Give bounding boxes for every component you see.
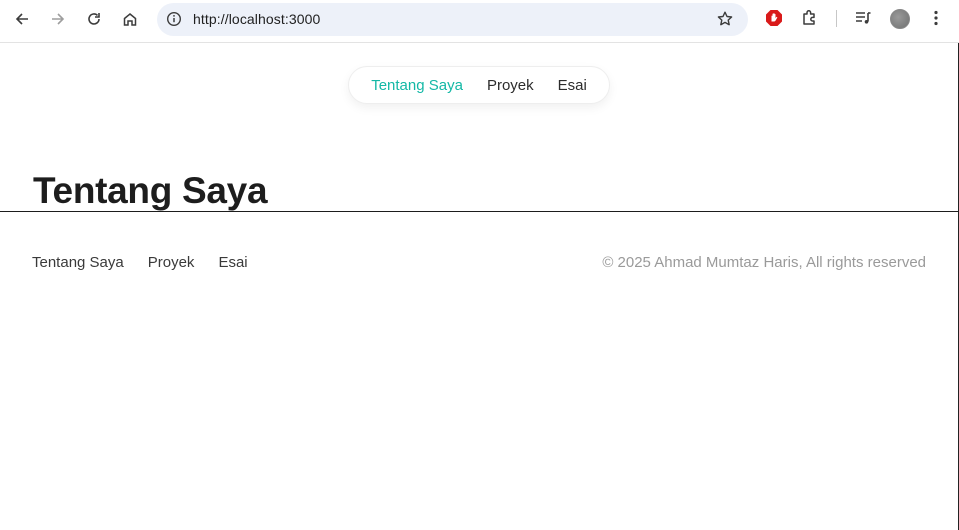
forward-icon <box>52 13 65 25</box>
more-button[interactable] <box>926 8 946 28</box>
info-icon[interactable] <box>166 11 182 27</box>
reload-icon <box>88 13 100 25</box>
star-icon[interactable] <box>716 10 734 28</box>
url-text[interactable]: http://localhost:3000 <box>193 11 320 27</box>
home-icon <box>123 13 137 26</box>
profile-avatar[interactable] <box>890 9 910 29</box>
adblock-extension-icon <box>766 10 782 26</box>
reload-button[interactable] <box>81 6 107 32</box>
address-bar[interactable]: http://localhost:3000 <box>157 3 748 36</box>
page-title: Tentang Saya <box>33 170 268 211</box>
back-button[interactable] <box>9 6 35 32</box>
copyright-text: © 2025 Ahmad Mumtaz Haris, All rights re… <box>602 254 926 271</box>
toolbar-separator <box>836 10 837 27</box>
footer-link-proyek[interactable]: Proyek <box>148 254 195 271</box>
nav-link-proyek[interactable]: Proyek <box>487 77 534 94</box>
footer-nav: Tentang Saya Proyek Esai <box>32 254 248 271</box>
extensions-button[interactable] <box>800 8 820 28</box>
nav-link-tentang-saya[interactable]: Tentang Saya <box>371 77 463 94</box>
header-nav: Tentang Saya Proyek Esai <box>348 66 610 104</box>
nav-link-esai[interactable]: Esai <box>558 77 587 94</box>
footer-link-tentang-saya[interactable]: Tentang Saya <box>32 254 124 271</box>
forward-button[interactable] <box>45 6 71 32</box>
footer-link-esai[interactable]: Esai <box>218 254 247 271</box>
divider <box>0 211 959 212</box>
media-controls-icon <box>856 12 871 24</box>
more-icon <box>934 10 938 26</box>
adblock-extension-button[interactable] <box>764 8 784 28</box>
back-icon <box>15 13 28 25</box>
media-controls-button[interactable] <box>853 8 873 28</box>
extensions-icon <box>803 9 815 25</box>
browser-toolbar: http://localhost:3000 <box>0 0 959 43</box>
home-button[interactable] <box>117 6 143 32</box>
